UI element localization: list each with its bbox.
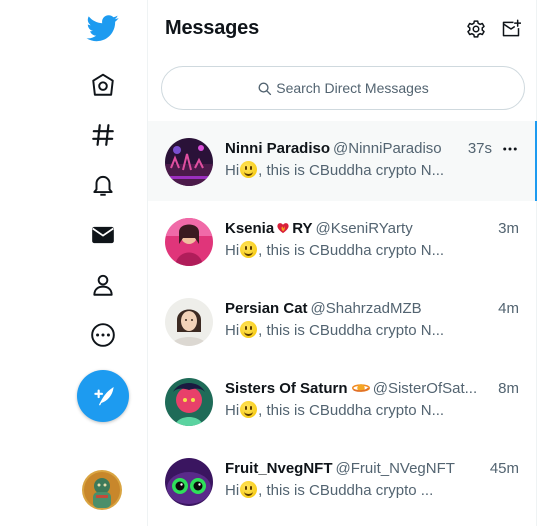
conversation-item[interactable]: Persian Cat @ShahrzadMZB 4m Hi, this is C…	[148, 281, 536, 361]
gear-icon	[467, 20, 485, 38]
conversation-more-button[interactable]	[499, 138, 521, 160]
sender-name: Persian Cat	[225, 300, 308, 317]
compose-tweet-icon	[94, 387, 114, 406]
sender-handle: @SisterOfSat...	[372, 380, 478, 397]
settings-button[interactable]	[461, 14, 491, 44]
grinning-face-icon	[240, 161, 258, 178]
nav-home-button[interactable]	[78, 60, 128, 110]
explore-icon	[92, 124, 114, 146]
compose-tweet-button[interactable]	[77, 370, 129, 422]
message-preview: Hi, this is CBuddha crypto N...	[225, 401, 445, 419]
sender-handle: @NinniParadiso	[333, 140, 442, 157]
messages-icon	[92, 226, 114, 244]
nav-profile-button[interactable]	[78, 260, 128, 310]
profile-icon	[93, 274, 113, 296]
sender-handle: @KseniRYarty	[315, 220, 413, 237]
message-preview: Hi, this is CBuddha crypto N...	[225, 321, 445, 339]
page-title: Messages	[165, 17, 260, 39]
sender-handle: @ShahrzadMZB	[310, 300, 422, 317]
sender-handle: @Fruit_NVegNFT	[335, 460, 455, 477]
home-icon	[92, 73, 114, 96]
search-input[interactable]: Search Direct Messages	[161, 66, 525, 110]
conversation-header: Fruit_NvegNFT @Fruit_NVegNFT	[225, 460, 510, 477]
sender-name: Fruit_NvegNFT	[225, 460, 333, 477]
more-horizontal-icon	[503, 147, 517, 151]
avatar	[165, 298, 213, 346]
conversation-header: Ksenia RY @KseniRYarty	[225, 220, 510, 237]
conversation-item[interactable]: Fruit_NvegNFT @Fruit_NVegNFT 45m Hi, this…	[148, 441, 536, 521]
message-time: 3m	[498, 220, 519, 237]
new-message-button[interactable]	[496, 14, 526, 44]
twitter-logo-icon[interactable]	[85, 12, 121, 44]
conversation-item[interactable]: Sisters Of Saturn @SisterOfSat... 8m Hi,…	[148, 361, 536, 441]
conversation-item[interactable]: Ksenia RY @KseniRYarty 3m Hi, this is CBud…	[148, 201, 536, 281]
avatar	[165, 378, 213, 426]
sender-name: Ninni Paradiso	[225, 140, 331, 157]
sender-name: Ksenia	[225, 220, 275, 237]
search-icon	[258, 82, 272, 95]
grinning-face-icon	[240, 401, 258, 418]
message-time: 45m	[489, 460, 519, 477]
nav-explore-button[interactable]	[78, 110, 128, 160]
avatar	[165, 138, 213, 186]
conversation-header: Persian Cat @ShahrzadMZB	[225, 300, 510, 317]
nav-notifications-button[interactable]	[78, 160, 128, 210]
message-preview: Hi, this is CBuddha crypto ...	[225, 481, 434, 499]
avatar	[165, 218, 213, 266]
grinning-face-icon	[240, 241, 258, 258]
sender-name-suffix: RY	[292, 220, 313, 237]
search-placeholder: Search Direct Messages	[276, 80, 429, 96]
account-avatar[interactable]	[82, 470, 122, 510]
heart-on-fire-icon	[277, 223, 289, 234]
message-time: 37s	[467, 140, 492, 157]
ringed-planet-icon	[351, 384, 370, 392]
nav-messages-button[interactable]	[78, 210, 128, 260]
more-icon	[91, 323, 115, 347]
grinning-face-icon	[240, 481, 258, 498]
conversation-item[interactable]: Ninni Paradiso @NinniParadiso 37s Hi, thi…	[148, 121, 537, 201]
grinning-face-icon	[240, 321, 258, 338]
left-navigation	[0, 0, 147, 526]
new-message-icon	[502, 19, 521, 37]
message-preview: Hi, this is CBuddha crypto N...	[225, 241, 445, 259]
sender-name: Sisters Of Saturn	[225, 380, 348, 397]
nav-more-button[interactable]	[78, 310, 128, 360]
avatar	[165, 458, 213, 506]
message-time: 4m	[498, 300, 519, 317]
message-time: 8m	[498, 380, 519, 397]
message-preview: Hi, this is CBuddha crypto N...	[225, 161, 445, 179]
conversation-header: Sisters Of Saturn @SisterOfSat...	[225, 380, 510, 397]
messages-panel: Messages Search Direct Messages Ninni Pa…	[147, 0, 537, 526]
notifications-icon	[93, 175, 113, 196]
